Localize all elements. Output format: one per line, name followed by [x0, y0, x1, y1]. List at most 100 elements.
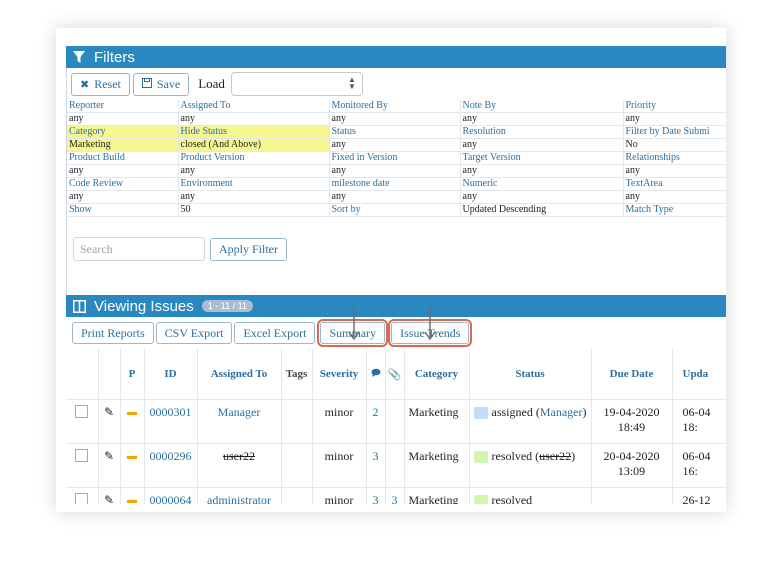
attachments-count-link[interactable]: 3: [392, 493, 398, 504]
status-cell: assigned (Manager): [469, 399, 592, 444]
filter-label[interactable]: Numeric: [460, 177, 624, 191]
matchtype-label[interactable]: Match Type: [623, 203, 726, 217]
filter-value: any: [67, 164, 179, 178]
row-checkbox[interactable]: [75, 493, 89, 504]
filter-label[interactable]: Hide Status: [178, 125, 330, 139]
assigned-to-link[interactable]: user22: [223, 449, 255, 463]
csv-export-button[interactable]: CSV Export: [155, 322, 233, 344]
row-select[interactable]: [66, 399, 99, 444]
table-row[interactable]: ✎ 0000064 administrator minor 3 3 Marketing res…: [66, 487, 726, 504]
save-button[interactable]: Save: [132, 72, 190, 96]
filter-label[interactable]: Relationships: [623, 151, 726, 165]
tags-cell: [281, 443, 313, 488]
notes-count-link[interactable]: 3: [373, 493, 379, 504]
screenshot-card: Filters ✖ Reset Save Load ▲ ▼ Reporter Ass…: [56, 28, 726, 512]
col-status[interactable]: Status: [469, 349, 592, 400]
issues-header-row: P ID Assigned To Tags Severity 📎 Categor…: [66, 349, 726, 400]
priority-normal-icon: [127, 500, 137, 503]
issue-id-link[interactable]: 0000301: [150, 405, 192, 419]
severity-cell: minor: [312, 487, 367, 504]
table-row[interactable]: ✎ 0000301 Manager minor 2 Marketing assigned (…: [66, 399, 726, 444]
row-select[interactable]: [66, 443, 99, 488]
notes-count-link[interactable]: 3: [373, 449, 379, 463]
filter-label[interactable]: Target Version: [460, 151, 624, 165]
filter-value: any: [178, 164, 330, 178]
status-text: resolved: [491, 493, 533, 504]
notes-count-link[interactable]: 2: [373, 405, 379, 419]
filter-label[interactable]: Note By: [460, 100, 624, 113]
pencil-icon[interactable]: ✎: [104, 405, 114, 419]
filter-label[interactable]: Environment: [178, 177, 330, 191]
issue-id-link[interactable]: 0000064: [150, 493, 192, 504]
filter-table: Reporter Assigned To Monitored By Note By Pr…: [67, 100, 726, 217]
edit-cell[interactable]: ✎: [98, 487, 121, 504]
filter-value: any: [460, 164, 624, 178]
col-assigned[interactable]: Assigned To: [197, 349, 282, 400]
row-checkbox[interactable]: [75, 405, 89, 418]
edit-cell[interactable]: ✎: [98, 399, 121, 444]
filter-label[interactable]: Fixed in Version: [329, 151, 461, 165]
filter-label[interactable]: Resolution: [460, 125, 624, 139]
search-input[interactable]: Search: [73, 237, 205, 261]
excel-export-button[interactable]: Excel Export: [234, 322, 316, 344]
priority-normal-icon: [127, 456, 137, 459]
category-cell: Marketing: [404, 399, 470, 444]
due-time: 18:49: [617, 420, 646, 434]
filter-values-row: any any any any any: [67, 112, 726, 126]
row-checkbox[interactable]: [75, 449, 89, 462]
col-select: [66, 349, 99, 400]
pencil-icon[interactable]: ✎: [104, 449, 114, 463]
col-category[interactable]: Category: [404, 349, 470, 400]
col-attachments[interactable]: 📎: [385, 349, 405, 400]
columns-icon: [72, 299, 86, 313]
updated-date: 06-04: [682, 405, 711, 419]
assigned-to-link[interactable]: administrator: [207, 493, 271, 504]
updated-cell: 06-04 18:: [672, 399, 726, 444]
filter-values-row: any any any any any: [67, 190, 726, 204]
filter-label[interactable]: Filter by Date Submi: [623, 125, 726, 139]
edit-cell[interactable]: ✎: [98, 443, 121, 488]
col-severity[interactable]: Severity: [312, 349, 367, 400]
status-handler-link[interactable]: user22: [539, 449, 571, 463]
filter-label[interactable]: Reporter: [67, 100, 179, 113]
print-reports-button[interactable]: Print Reports: [72, 322, 154, 344]
col-due-date[interactable]: Due Date: [591, 349, 673, 400]
col-edit: [98, 349, 121, 400]
apply-filter-button[interactable]: Apply Filter: [210, 237, 287, 261]
due-date-cell: [591, 487, 673, 504]
page-content: Filters ✖ Reset Save Load ▲ ▼ Reporter Ass…: [66, 46, 726, 504]
status-cell: resolved (user22): [469, 443, 592, 488]
col-updated[interactable]: Upda: [672, 349, 726, 400]
pencil-icon[interactable]: ✎: [104, 493, 114, 504]
status-handler-link[interactable]: Manager: [540, 405, 583, 419]
filter-label[interactable]: Priority: [623, 100, 726, 113]
filter-value: No: [623, 138, 726, 152]
issue-id-link[interactable]: 0000296: [150, 449, 192, 463]
filters-title: Filters: [94, 48, 135, 66]
col-id[interactable]: ID: [144, 349, 198, 400]
filter-label[interactable]: Code Review: [67, 177, 179, 191]
row-select[interactable]: [66, 487, 99, 504]
show-label[interactable]: Show: [67, 203, 179, 217]
filter-label[interactable]: Status: [329, 125, 461, 139]
assigned-to-link[interactable]: Manager: [218, 405, 261, 419]
filter-label[interactable]: Assigned To: [178, 100, 330, 113]
table-row[interactable]: ✎ 0000296 user22 minor 3 Marketing resolved (u…: [66, 443, 726, 488]
col-priority[interactable]: P: [120, 349, 145, 400]
comments-icon: [371, 368, 381, 380]
filter-value: Marketing: [67, 138, 179, 152]
filter-value: closed (And Above): [178, 138, 330, 152]
load-select[interactable]: ▲ ▼: [230, 72, 363, 96]
filter-label[interactable]: Product Build: [67, 151, 179, 165]
col-notes[interactable]: [366, 349, 386, 400]
filter-label[interactable]: Category: [67, 125, 179, 139]
reset-button[interactable]: ✖ Reset: [71, 72, 130, 96]
filter-label[interactable]: milestone date: [329, 177, 461, 191]
filter-label[interactable]: Product Version: [178, 151, 330, 165]
tags-cell: [281, 399, 313, 444]
filter-label[interactable]: TextArea: [623, 177, 726, 191]
filter-label[interactable]: Monitored By: [329, 100, 461, 113]
sortby-label[interactable]: Sort by: [329, 203, 461, 217]
updated-cell: 26-1211:: [672, 487, 726, 504]
viewing-issues-section: Viewing Issues 1 - 11 / 11 Print Reports…: [66, 295, 726, 504]
